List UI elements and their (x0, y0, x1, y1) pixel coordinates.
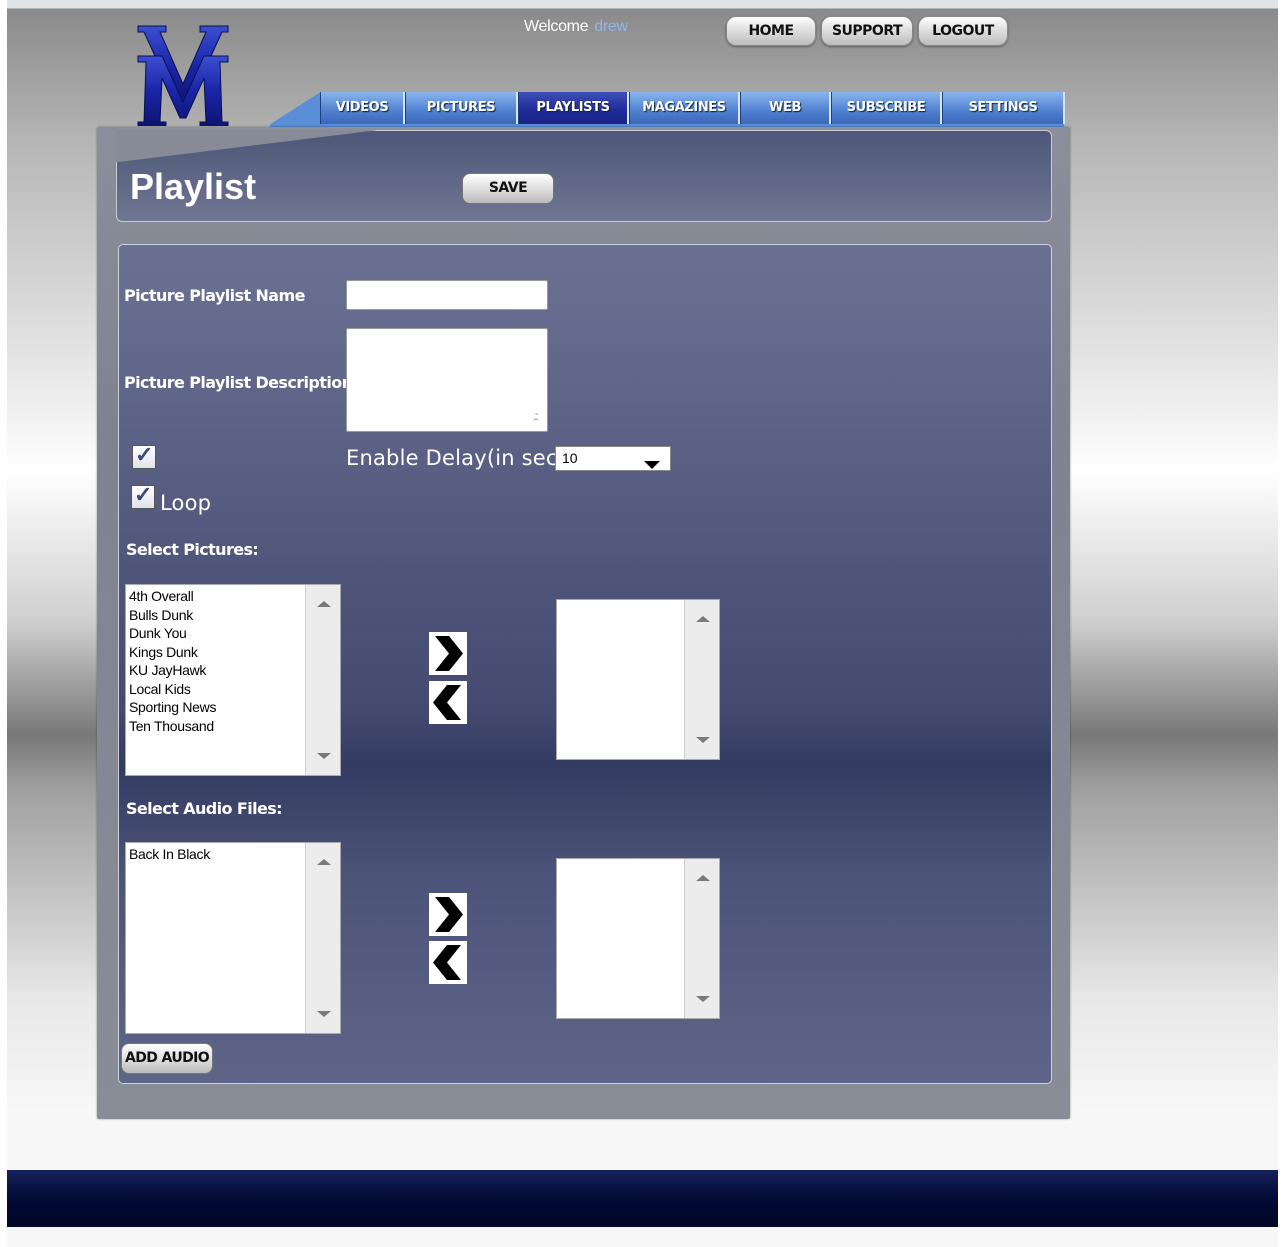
welcome-message: Welcome drew (524, 18, 628, 36)
select-pictures-label: Select Pictures: (126, 540, 259, 559)
scroll-down-icon[interactable] (317, 753, 331, 759)
enable-delay-checkbox[interactable]: ✓ (132, 442, 156, 469)
playlist-description-label: Picture Playlist Description (124, 373, 353, 392)
scroll-up-icon[interactable] (317, 601, 331, 607)
tab-pictures[interactable]: PICTURES (405, 92, 518, 124)
welcome-label: Welcome (524, 18, 589, 35)
scroll-down-icon[interactable] (696, 996, 710, 1002)
list-item[interactable]: Kings Dunk (129, 643, 304, 662)
audio-available-list[interactable]: Back In Black (125, 842, 341, 1034)
list-item[interactable]: Local Kids (129, 680, 304, 699)
scrollbar[interactable] (305, 843, 340, 1033)
page-edge-right (1278, 0, 1285, 1247)
checkmark-icon: ✓ (135, 442, 154, 467)
add-audio-button[interactable]: ADD AUDIO (121, 1043, 213, 1074)
scroll-up-icon[interactable] (317, 859, 331, 865)
pictures-selected-list[interactable] (556, 599, 720, 760)
chevron-right-icon (435, 897, 463, 932)
playlist-description-input[interactable]: .:: (346, 328, 548, 432)
scroll-up-icon[interactable] (696, 875, 710, 881)
audio-selected-list[interactable] (556, 858, 720, 1019)
caret-down-icon (644, 461, 660, 469)
list-item[interactable]: Sporting News (129, 698, 304, 717)
tab-bar-slope (270, 92, 320, 124)
tab-settings[interactable]: SETTINGS (942, 92, 1065, 124)
loop-checkbox[interactable]: ✓ (131, 482, 155, 509)
audio-available-items: Back In Black (129, 845, 304, 864)
checkmark-icon: ✓ (134, 482, 153, 507)
pictures-available-list[interactable]: 4th Overall Bulls Dunk Dunk You Kings Dunk K… (125, 584, 341, 776)
page-title: Playlist (130, 166, 257, 207)
tab-magazines[interactable]: MAGAZINES (629, 92, 740, 124)
playlist-name-label: Picture Playlist Name (124, 286, 305, 305)
list-item[interactable]: Bulls Dunk (129, 606, 304, 625)
tab-subscribe[interactable]: SUBSCRIBE (831, 92, 942, 124)
list-item[interactable]: Dunk You (129, 624, 304, 643)
list-item[interactable]: 4th Overall (129, 587, 304, 606)
logout-button[interactable]: LOGOUT (918, 16, 1008, 46)
scroll-down-icon[interactable] (696, 737, 710, 743)
scroll-up-icon[interactable] (696, 616, 710, 622)
tab-videos[interactable]: VIDEOS (320, 92, 405, 124)
chevron-right-icon (435, 636, 463, 671)
add-audio-item-button[interactable] (429, 893, 467, 936)
list-item[interactable]: Ten Thousand (129, 717, 304, 736)
chevron-left-icon (433, 945, 461, 980)
remove-audio-item-button[interactable] (429, 941, 467, 984)
page-edge-left (0, 0, 7, 1247)
scrollbar[interactable] (305, 585, 340, 775)
delay-value: 10 (562, 450, 578, 466)
chevron-left-icon (433, 685, 461, 720)
delay-select[interactable]: 10 (555, 446, 671, 471)
username-link[interactable]: drew (594, 18, 628, 35)
enable-delay-label: Enable Delay(in sec) (346, 446, 567, 470)
home-button[interactable]: HOME (726, 16, 816, 46)
vm-logo[interactable] (136, 22, 231, 127)
add-picture-button[interactable] (429, 632, 467, 675)
remove-picture-button[interactable] (429, 681, 467, 724)
tab-web[interactable]: WEB (740, 92, 831, 124)
tab-playlists[interactable]: PLAYLISTS (518, 92, 629, 124)
support-button[interactable]: SUPPORT (821, 16, 913, 46)
scrollbar[interactable] (684, 859, 719, 1018)
loop-label: Loop (160, 491, 212, 515)
list-item[interactable]: KU JayHawk (129, 661, 304, 680)
save-button[interactable]: SAVE (462, 173, 554, 204)
scroll-down-icon[interactable] (317, 1011, 331, 1017)
pictures-available-items: 4th Overall Bulls Dunk Dunk You Kings Dunk K… (129, 587, 304, 735)
playlist-name-input[interactable] (346, 280, 548, 310)
select-audio-label: Select Audio Files: (126, 799, 283, 818)
header-notch (116, 130, 376, 162)
list-item[interactable]: Back In Black (129, 845, 304, 864)
resize-grip-icon[interactable]: .:: (533, 409, 539, 423)
scrollbar[interactable] (684, 600, 719, 759)
footer-bar (7, 1170, 1278, 1227)
